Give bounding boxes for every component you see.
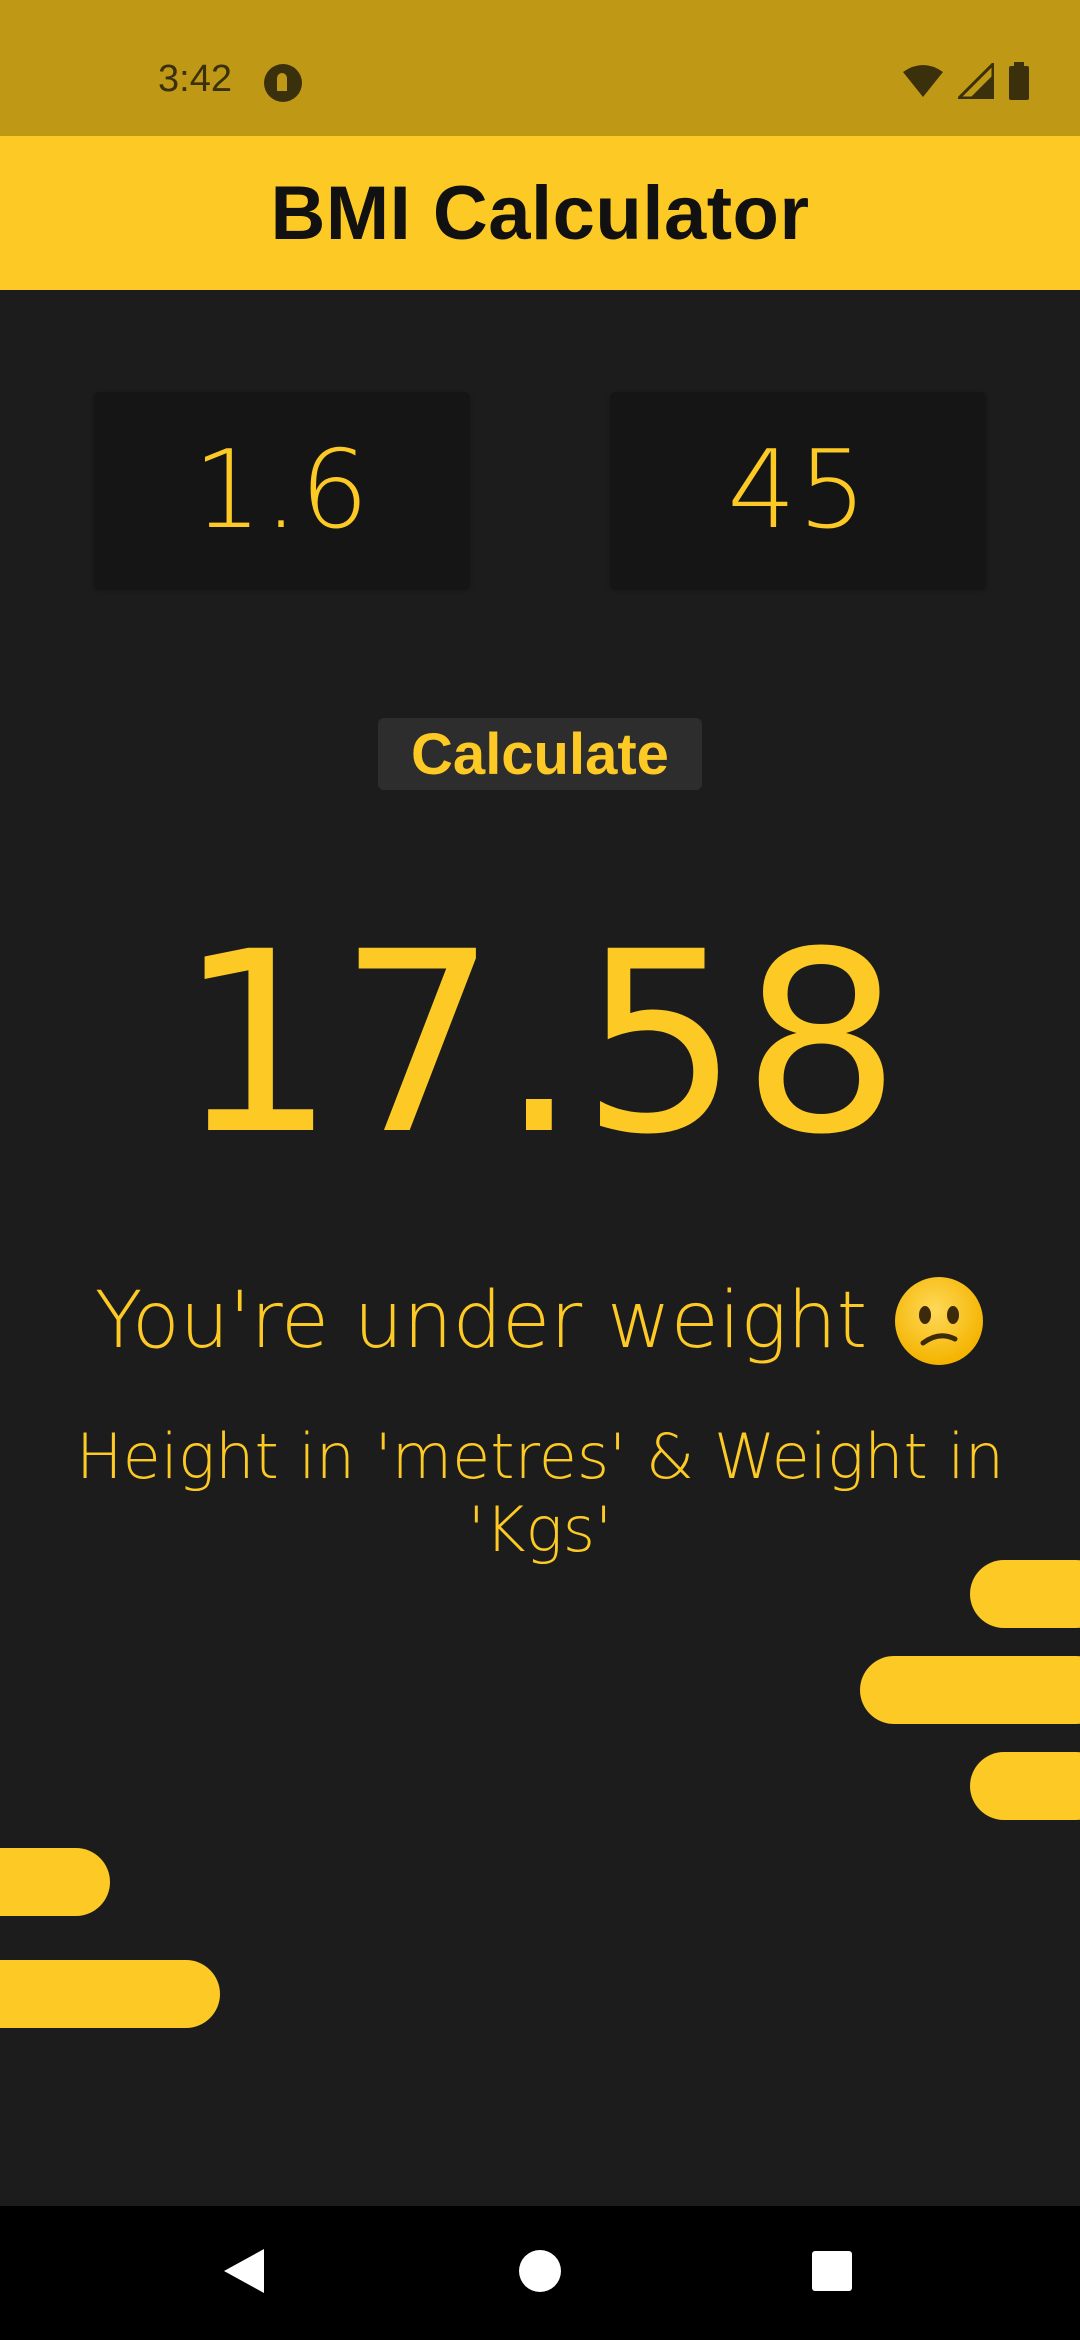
result-message-row: You're under weight <box>0 1275 1080 1367</box>
units-hint: Height in 'metres' & Weight in 'Kgs' <box>75 1420 1005 1566</box>
bmi-result-value: 17.58 <box>177 898 903 1189</box>
status-time: 3:42 <box>158 58 232 100</box>
decorative-bar-right-1 <box>970 1560 1080 1628</box>
height-input-value: 1.6 <box>193 427 371 553</box>
confused-face-icon <box>893 1275 985 1367</box>
app-bar: BMI Calculator <box>0 136 1080 290</box>
home-icon <box>518 2249 562 2298</box>
weight-input[interactable]: 45 <box>610 392 986 588</box>
signal-icon <box>958 63 994 99</box>
result-message: You're under weight <box>94 1276 868 1366</box>
decorative-bar-right-3 <box>970 1752 1080 1820</box>
app-notification-icon <box>264 64 302 102</box>
recents-icon <box>811 2250 853 2297</box>
back-icon <box>222 2247 266 2300</box>
status-bar: 3:42 <box>0 0 1080 136</box>
recents-button[interactable] <box>772 2206 892 2340</box>
back-button[interactable] <box>184 2206 304 2340</box>
decorative-bar-right-2 <box>860 1656 1080 1724</box>
bmi-calculator-screen: 3:42 BMI Calculator 1.6 45 Calculate 17.… <box>0 0 1080 2340</box>
wifi-icon <box>902 64 944 98</box>
calculate-button[interactable]: Calculate <box>378 718 702 790</box>
decorative-bar-left-2 <box>0 1960 220 2028</box>
height-input[interactable]: 1.6 <box>94 392 470 588</box>
app-title: BMI Calculator <box>270 170 810 256</box>
home-button[interactable] <box>480 2206 600 2340</box>
weight-input-value: 45 <box>727 427 869 553</box>
status-icons <box>902 62 1030 100</box>
decorative-bar-left-1 <box>0 1848 110 1916</box>
battery-icon <box>1008 62 1030 100</box>
navigation-bar <box>0 2206 1080 2340</box>
